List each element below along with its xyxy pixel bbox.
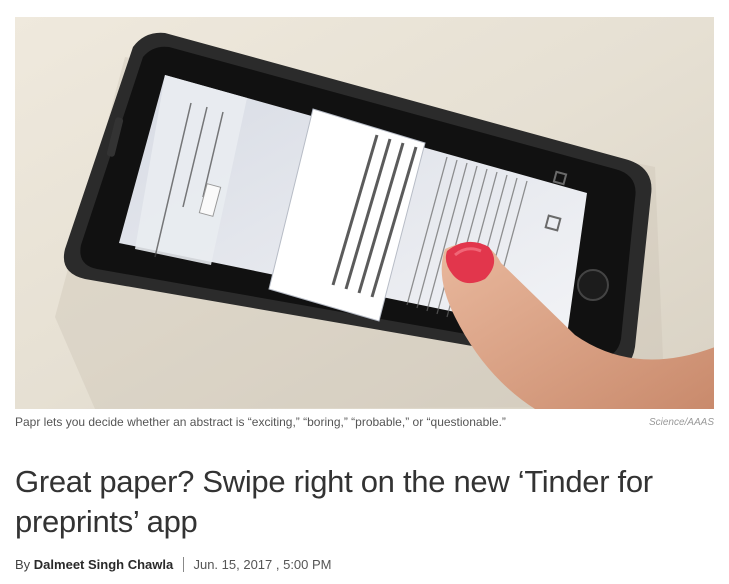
caption-row: Papr lets you decide whether an abstract… (15, 415, 714, 447)
publish-date: Jun. 15, 2017 , 5:00 PM (193, 557, 332, 572)
article-photo (15, 17, 714, 409)
author-link[interactable]: Dalmeet Singh Chawla (34, 557, 173, 572)
byline: By Dalmeet Singh Chawla Jun. 15, 2017 , … (15, 555, 332, 575)
photo-credit: Science/AAAS (648, 417, 714, 428)
byline-divider (182, 557, 184, 572)
photo-caption: Papr lets you decide whether an abstract… (15, 415, 506, 429)
byline-by-label: By (15, 557, 34, 572)
article-headline: Great paper? Swipe right on the new ‘Tin… (15, 464, 653, 539)
